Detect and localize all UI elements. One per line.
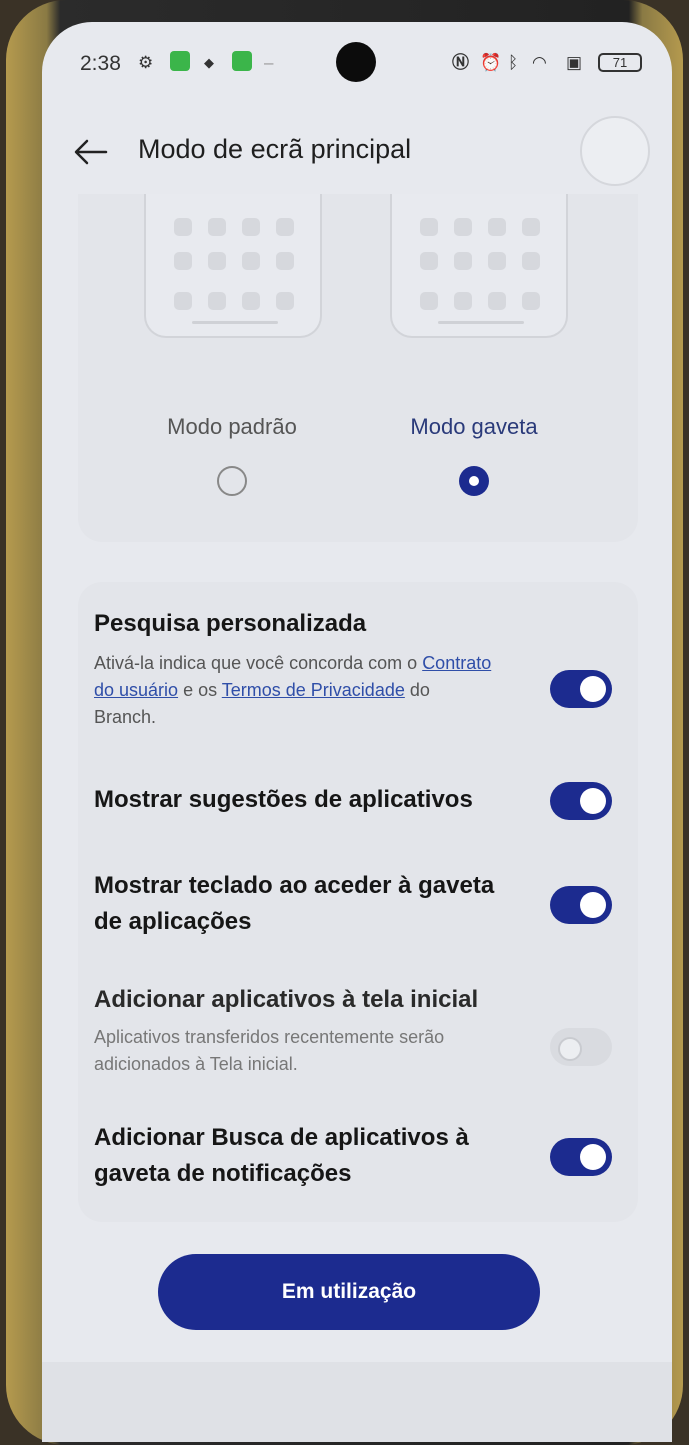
personalized-search-toggle[interactable]	[550, 670, 612, 708]
bottom-area	[42, 1362, 672, 1442]
show-keyboard-toggle[interactable]	[550, 886, 612, 924]
nfc-icon: Ⓝ	[452, 53, 469, 72]
setting-title: Adicionar Busca de aplicativos à gaveta …	[94, 1124, 469, 1187]
setting-add-apps-home[interactable]: Adicionar aplicativos à tela inicial Apl…	[78, 982, 638, 1082]
green-app-icon	[170, 51, 190, 71]
back-arrow-icon	[74, 139, 108, 165]
profile-avatar[interactable]	[580, 116, 650, 186]
settings-gear-icon: ⚙	[138, 53, 154, 72]
back-button[interactable]	[70, 132, 112, 172]
setting-app-search-notifications[interactable]: Adicionar Busca de aplicativos à gaveta …	[78, 1120, 638, 1200]
alarm-icon: ⏰	[480, 53, 502, 72]
app-search-notifications-toggle[interactable]	[550, 1138, 612, 1176]
settings-card: Pesquisa personalizada Ativá-la indica q…	[78, 582, 638, 1222]
no-sim-icon: ▣	[566, 53, 583, 72]
mode-selection-card: Modo padrão Modo gaveta	[78, 194, 638, 542]
in-use-button[interactable]: Em utilização	[158, 1254, 540, 1330]
setting-show-keyboard[interactable]: Mostrar teclado ao aceder à gaveta de ap…	[78, 868, 638, 948]
green-app-icon-2	[232, 51, 252, 71]
standard-mode-radio[interactable]	[217, 466, 247, 496]
battery-indicator: 71	[598, 53, 642, 72]
setting-description: Ativá-la indica que você concorda com o …	[94, 650, 494, 731]
page-title: Modo de ecrã principal	[138, 134, 412, 164]
bluetooth-icon: ᛒ	[508, 53, 519, 72]
screen: 2:38 ⚙ ◆ – Ⓝ ⏰ ᛒ ◠ ▣ 71 Modo de ecrã pri…	[42, 22, 672, 1442]
standard-mode-option[interactable]: Modo padrão	[148, 404, 316, 504]
header: Modo de ecrã principal	[42, 112, 672, 192]
standard-mode-label: Modo padrão	[167, 414, 297, 439]
status-bar: 2:38 ⚙ ◆ – Ⓝ ⏰ ᛒ ◠ ▣ 71	[42, 22, 672, 102]
setting-title: Mostrar teclado ao aceder à gaveta de ap…	[94, 872, 495, 935]
setting-app-suggestions[interactable]: Mostrar sugestões de aplicativos	[78, 782, 638, 832]
privacy-terms-link[interactable]: Termos de Privacidade	[222, 680, 405, 700]
drawer-mode-preview[interactable]	[390, 194, 568, 338]
standard-mode-preview[interactable]	[144, 194, 322, 338]
wifi-icon: ◠	[532, 53, 547, 72]
desc-text-2: e os	[178, 680, 222, 700]
setting-description: Aplicativos transferidos recentemente se…	[94, 1027, 445, 1074]
app-suggestions-toggle[interactable]	[550, 782, 612, 820]
status-time: 2:38	[80, 52, 121, 75]
setting-personalized-search[interactable]: Pesquisa personalizada Ativá-la indica q…	[78, 606, 638, 746]
desc-text-1: Ativá-la indica que você concorda com o	[94, 653, 423, 673]
setting-title: Adicionar aplicativos à tela inicial	[94, 986, 479, 1013]
add-apps-home-toggle[interactable]	[550, 1028, 612, 1066]
setting-title: Mostrar sugestões de aplicativos	[94, 786, 473, 813]
minus-icon: –	[264, 53, 274, 72]
drawer-mode-label: Modo gaveta	[410, 414, 538, 439]
drawer-mode-option[interactable]: Modo gaveta	[390, 404, 558, 504]
drawer-mode-radio[interactable]	[459, 466, 489, 496]
notification-icon: ◆	[204, 55, 214, 70]
setting-title: Pesquisa personalizada	[94, 610, 367, 637]
front-camera	[336, 42, 376, 82]
